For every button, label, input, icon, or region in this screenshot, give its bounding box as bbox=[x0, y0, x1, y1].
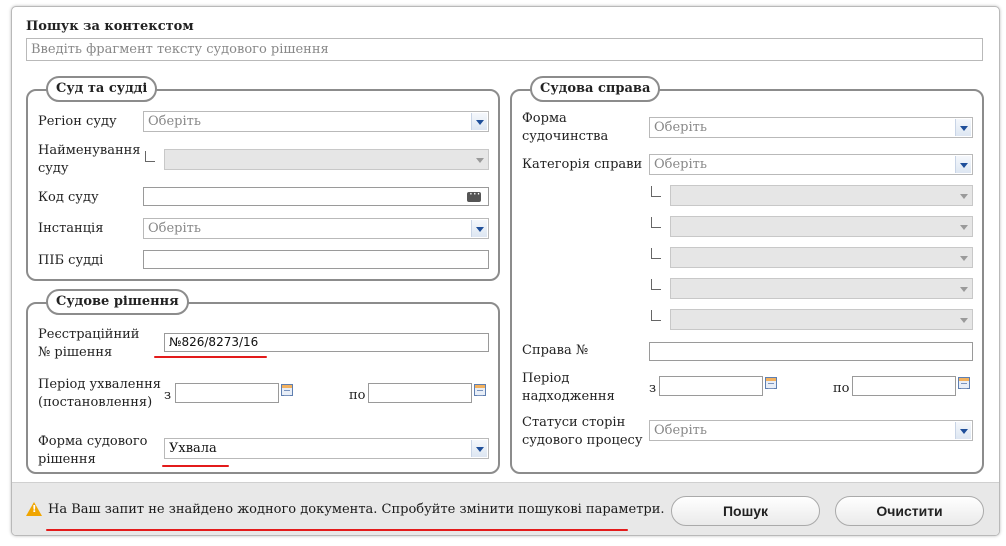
chevron-down-icon bbox=[956, 187, 971, 204]
case-category-select[interactable]: Оберіть bbox=[649, 154, 973, 175]
subcategory-tree-branch-icon bbox=[651, 217, 661, 228]
instance-select-value: Оберіть bbox=[148, 221, 201, 236]
calendar-icon[interactable] bbox=[281, 384, 293, 396]
adoption-to-date-input[interactable] bbox=[368, 383, 472, 403]
region-select[interactable]: Оберіть bbox=[143, 111, 489, 132]
chevron-down-icon bbox=[471, 440, 487, 457]
party-status-label-line1: Статуси сторін bbox=[522, 415, 626, 430]
subcategory-tree-branch-icon bbox=[651, 186, 661, 197]
case-category-label: Категорія справи bbox=[522, 157, 643, 172]
decision-form-label-line2: рішення bbox=[38, 452, 96, 467]
court-name-label-line2: суду bbox=[38, 161, 69, 176]
chevron-down-icon bbox=[955, 156, 971, 173]
court-name-select[interactable] bbox=[164, 149, 489, 170]
chevron-down-icon bbox=[956, 280, 971, 297]
chevron-down-icon bbox=[471, 220, 487, 237]
chevron-down-icon bbox=[956, 218, 971, 235]
decision-group-legend: Судове рішення bbox=[46, 289, 189, 315]
decision-form-select-value: Ухвала bbox=[169, 441, 217, 456]
court-code-label: Код суду bbox=[38, 190, 99, 205]
adoption-from-label: з bbox=[164, 388, 172, 403]
message-underline bbox=[46, 529, 628, 531]
chevron-down-icon bbox=[471, 113, 487, 130]
ellipsis-icon[interactable] bbox=[467, 186, 481, 203]
court-name-tree-branch-icon bbox=[145, 151, 155, 162]
chevron-down-icon bbox=[956, 249, 971, 266]
reg-number-label-line1: Реєстраційний bbox=[38, 327, 140, 342]
proceeding-form-select[interactable]: Оберіть bbox=[649, 117, 973, 138]
reg-number-label-line2: № рішення bbox=[38, 345, 113, 360]
search-button[interactable]: Пошук bbox=[671, 496, 820, 526]
decision-form-select[interactable]: Ухвала bbox=[164, 438, 489, 459]
case-number-input[interactable] bbox=[649, 342, 973, 361]
subcategory-select-4[interactable] bbox=[670, 278, 973, 299]
decision-group: Судове рішення Реєстраційний № рішення №… bbox=[26, 289, 500, 474]
receipt-period-label-line2: надходження bbox=[522, 389, 615, 404]
judge-label: ПІБ судді bbox=[38, 253, 104, 268]
instance-select[interactable]: Оберіть bbox=[143, 218, 489, 239]
court-group: Суд та судді Регіон суду Оберіть Наймену… bbox=[26, 76, 500, 281]
region-select-value: Оберіть bbox=[148, 114, 201, 129]
context-search-input[interactable] bbox=[26, 38, 983, 61]
decision-form-label-line1: Форма судового bbox=[38, 434, 148, 449]
receipt-from-date-input[interactable] bbox=[659, 376, 763, 396]
party-status-select-value: Оберіть bbox=[654, 423, 707, 438]
chevron-down-icon bbox=[472, 151, 487, 168]
search-form: Пошук за контекстом Суд та судді Регіон … bbox=[11, 6, 1000, 536]
subcategory-tree-branch-icon bbox=[651, 279, 661, 290]
receipt-to-label: по bbox=[833, 381, 850, 396]
adoption-to-label: по bbox=[349, 388, 366, 403]
chevron-down-icon bbox=[956, 311, 971, 328]
footer-bar: На Ваш запит не знайдено жодного докумен… bbox=[12, 482, 999, 535]
case-group-legend: Судова справа bbox=[530, 76, 661, 102]
proceeding-form-label-line2: судочинства bbox=[522, 129, 609, 144]
adoption-period-label-line1: Період ухвалення bbox=[38, 377, 162, 392]
proceeding-form-label-line1: Форма bbox=[522, 111, 567, 126]
proceeding-form-select-value: Оберіть bbox=[654, 120, 707, 135]
receipt-to-date-input[interactable] bbox=[852, 376, 956, 396]
chevron-down-icon bbox=[955, 119, 971, 136]
subcategory-tree-branch-icon bbox=[651, 310, 661, 321]
adoption-from-date-input[interactable] bbox=[175, 383, 279, 403]
reg-number-input[interactable]: №826/8273/16 bbox=[164, 333, 489, 352]
chevron-down-icon bbox=[955, 422, 971, 439]
clear-button[interactable]: Очистити bbox=[835, 496, 984, 526]
party-status-select[interactable]: Оберіть bbox=[649, 420, 973, 441]
subcategory-select-2[interactable] bbox=[670, 216, 973, 237]
adoption-period-label-line2: (постановлення) bbox=[38, 395, 153, 410]
calendar-icon[interactable] bbox=[765, 377, 777, 389]
case-category-select-value: Оберіть bbox=[654, 157, 707, 172]
region-label: Регіон суду bbox=[38, 114, 117, 129]
subcategory-select-3[interactable] bbox=[670, 247, 973, 268]
party-status-label-line2: судового процесу bbox=[522, 433, 643, 448]
judge-input[interactable] bbox=[143, 250, 489, 269]
court-name-label-line1: Найменування bbox=[38, 143, 141, 158]
court-code-input[interactable] bbox=[143, 186, 489, 206]
receipt-from-label: з bbox=[649, 381, 657, 396]
reg-number-underline bbox=[154, 356, 267, 358]
subcategory-select-5[interactable] bbox=[670, 309, 973, 330]
calendar-icon[interactable] bbox=[958, 377, 970, 389]
context-search-title: Пошук за контекстом bbox=[26, 19, 194, 34]
warning-icon bbox=[26, 502, 42, 516]
subcategory-select-1[interactable] bbox=[670, 185, 973, 206]
case-group: Судова справа Форма судочинства Оберіть … bbox=[510, 76, 984, 474]
instance-label: Інстанція bbox=[38, 221, 104, 236]
no-results-message: На Ваш запит не знайдено жодного докумен… bbox=[48, 502, 665, 517]
case-number-label: Справа № bbox=[522, 343, 589, 358]
subcategory-tree-branch-icon bbox=[651, 248, 661, 259]
decision-form-underline bbox=[162, 465, 229, 467]
receipt-period-label-line1: Період bbox=[522, 371, 570, 386]
court-group-legend: Суд та судді bbox=[46, 76, 158, 102]
calendar-icon[interactable] bbox=[474, 384, 486, 396]
